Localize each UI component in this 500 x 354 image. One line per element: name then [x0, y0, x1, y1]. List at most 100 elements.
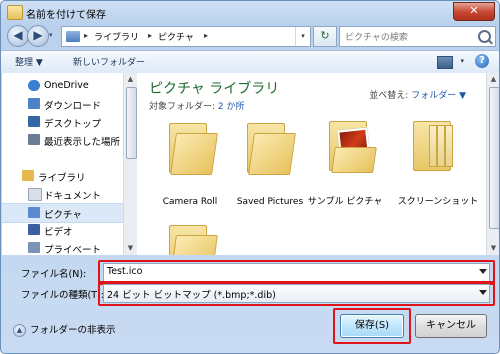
sidebar-item-documents[interactable]: ドキュメント [2, 185, 123, 203]
scroll-down-button[interactable]: ▼ [487, 242, 499, 255]
history-dropdown[interactable]: ▾ [49, 31, 53, 39]
command-bar: 整理 ▼ 新しいフォルダー ▾ ? [1, 50, 499, 74]
arrange-by: 並べ替え: フォルダー ▼ [369, 88, 466, 101]
folder-front [170, 133, 218, 175]
view-icon[interactable] [437, 56, 453, 69]
window-title: 名前を付けて保存 [26, 10, 106, 21]
documents-icon [28, 188, 42, 201]
back-button[interactable]: ◀ [7, 25, 29, 47]
sidebar-item-desktop[interactable]: デスクトップ [2, 113, 123, 131]
save-button[interactable]: 保存(S) [340, 314, 404, 338]
cancel-button[interactable]: キャンセル [415, 314, 487, 338]
scroll-up-button[interactable]: ▲ [487, 73, 499, 86]
folder-camera-roll-icon[interactable] [165, 123, 225, 175]
folder-sheet [429, 125, 437, 167]
folder-saved-pictures-icon[interactable] [243, 123, 303, 175]
hide-folders-toggle[interactable]: ▲ フォルダーの非表示 [13, 322, 116, 337]
folder-partial-icon[interactable] [165, 225, 225, 255]
hide-folders-label: フォルダーの非表示 [30, 325, 116, 336]
title-bar: 名前を付けて保存 ✕ [1, 1, 499, 23]
library-icon [22, 170, 34, 181]
videos-icon [28, 224, 40, 235]
library-locations: 対象フォルダー: 2 か所 [149, 99, 245, 112]
folder-label[interactable]: サンプル ピクチャ [305, 197, 385, 208]
folder-sheet [437, 125, 445, 167]
filetype-select[interactable]: 24 ビット ビットマップ (*.bmp;*.dib) [103, 284, 490, 303]
crumb-separator[interactable]: ▸ [204, 31, 208, 40]
close-button[interactable]: ✕ [453, 2, 495, 21]
navigation-pane: OneDrive ダウンロード デスクトップ 最近表示した場所 ライブラリ ドキ… [2, 73, 124, 255]
address-dropdown-button[interactable]: ▾ [295, 27, 310, 46]
chevron-down-icon[interactable] [479, 290, 487, 295]
address-bar[interactable]: ▸ ライブラリ ▸ ピクチャ ▸ ▾ [61, 26, 311, 47]
filename-value[interactable]: Test.ico [107, 266, 142, 277]
sidebar-item-label: ピクチャ [44, 210, 82, 221]
file-list-pane: ピクチャ ライブラリ 対象フォルダー: 2 か所 並べ替え: フォルダー ▼ C… [137, 73, 486, 255]
search-placeholder: ピクチャの検索 [345, 33, 408, 43]
sidebar-item-private[interactable]: プライベート [2, 239, 123, 255]
pictures-icon [28, 207, 40, 218]
arrange-by-dropdown[interactable]: フォルダー ▼ [411, 91, 466, 101]
scroll-thumb[interactable] [489, 87, 499, 229]
filename-field[interactable]: Test.ico [103, 263, 490, 282]
folder-screenshots-icon[interactable] [409, 121, 469, 173]
folder-front [331, 147, 377, 173]
desktop-icon [28, 116, 40, 127]
scroll-down-button[interactable]: ▼ [124, 242, 137, 255]
folder-sheet [445, 125, 453, 167]
download-icon [28, 98, 40, 109]
arrange-by-label: 並べ替え: [369, 91, 409, 101]
save-as-dialog: 名前を付けて保存 ✕ ◀ ▶ ▾ ▸ ライブラリ ▸ ピクチャ ▸ ▾ ↻ ピク… [0, 0, 500, 354]
folder-label[interactable]: スクリーンショット [393, 197, 483, 208]
folder-front [248, 133, 296, 175]
folder-label[interactable]: Saved Pictures [225, 197, 315, 208]
filetype-value[interactable]: 24 ビット ビットマップ (*.bmp;*.dib) [107, 287, 276, 301]
library-folder-icon [66, 31, 80, 42]
view-dropdown[interactable]: ▾ [460, 57, 464, 65]
folder-sample-pictures-icon[interactable] [325, 121, 385, 173]
organize-button[interactable]: 整理 ▼ [15, 55, 43, 68]
sidebar-item-label: ドキュメント [44, 191, 102, 202]
chevron-down-icon[interactable] [479, 269, 487, 274]
library-locations-link[interactable]: 2 か所 [218, 102, 245, 112]
sidebar-item-label: 最近表示した場所 [44, 137, 121, 148]
library-locations-label: 対象フォルダー: [149, 102, 216, 112]
recent-places-icon [28, 134, 40, 145]
sidebar-item-onedrive[interactable]: OneDrive [2, 77, 123, 95]
search-icon[interactable] [478, 30, 491, 43]
breadcrumb-pictures[interactable]: ピクチャ [158, 30, 194, 43]
sidebar-item-videos[interactable]: ビデオ [2, 221, 123, 239]
sidebar-item-label: ダウンロード [44, 101, 102, 112]
sidebar-item-downloads[interactable]: ダウンロード [2, 95, 123, 113]
breadcrumb-libraries[interactable]: ライブラリ [94, 30, 139, 43]
crumb-separator[interactable]: ▸ [148, 31, 152, 40]
search-input[interactable]: ピクチャの検索 [339, 26, 496, 47]
scroll-thumb[interactable] [126, 87, 137, 159]
forward-button[interactable]: ▶ [27, 25, 49, 47]
new-folder-button[interactable]: 新しいフォルダー [73, 55, 145, 68]
sidebar-item-label: プライベート [44, 245, 102, 255]
crumb-separator[interactable]: ▸ [84, 31, 88, 40]
cloud-icon [28, 80, 40, 91]
paint-app-icon [7, 5, 23, 20]
sidebar-item-pictures[interactable]: ピクチャ [2, 203, 123, 223]
sidebar-item-libraries[interactable]: ライブラリ [2, 167, 123, 185]
sidebar-item-label: デスクトップ [44, 119, 102, 130]
private-icon [28, 242, 40, 253]
navigation-row: ◀ ▶ ▾ ▸ ライブラリ ▸ ピクチャ ▸ ▾ ↻ ピクチャの検索 [1, 23, 499, 49]
sidebar-item-recent-places[interactable]: 最近表示した場所 [2, 131, 123, 149]
sidebar-item-label: OneDrive [44, 80, 89, 91]
folder-label[interactable]: Camera Roll [145, 197, 235, 208]
library-title: ピクチャ ライブラリ [149, 81, 280, 97]
file-list-scrollbar[interactable]: ▲ ▼ [486, 73, 499, 255]
scroll-up-button[interactable]: ▲ [124, 73, 137, 86]
refresh-button[interactable]: ↻ [313, 26, 337, 47]
sidebar-item-label: ビデオ [44, 227, 73, 238]
sidebar-item-label: ライブラリ [38, 173, 86, 184]
folder-front [170, 235, 218, 255]
collapse-icon: ▲ [13, 324, 26, 337]
help-button[interactable]: ? [475, 54, 489, 68]
filetype-label: ファイルの種類(T): [21, 290, 104, 301]
filename-label: ファイル名(N): [21, 269, 87, 280]
navigation-pane-scrollbar[interactable]: ▲ ▼ [123, 73, 137, 255]
